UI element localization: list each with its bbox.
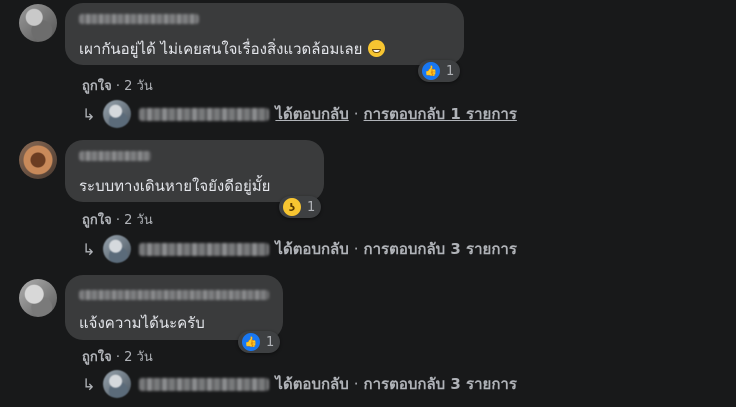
comment-text-content: ระบบทางเดินหายใจยังดีอยู่มั้ย — [79, 177, 271, 195]
comment-text: แจ้งความได้นะครับ — [79, 311, 205, 335]
haha-icon: ʖ — [281, 196, 303, 218]
reaction-summary[interactable]: 👍 1 — [238, 331, 281, 353]
reply-avatar — [103, 370, 132, 398]
separator: · — [353, 240, 359, 258]
replied-label[interactable]: ได้ตอบกลับ — [275, 372, 348, 396]
avatar[interactable] — [19, 279, 57, 317]
replied-label[interactable]: ได้ตอบกลับ — [275, 237, 348, 261]
reply-arrow-icon: ↳ — [82, 239, 96, 259]
view-replies-link[interactable]: การตอบกลับ 3 รายการ — [364, 237, 517, 261]
separator: · — [353, 375, 359, 393]
comment-bubble: ระบบทางเดินหายใจยังดีอยู่มั้ย — [65, 140, 324, 202]
reply-arrow-icon: ↳ — [82, 104, 96, 124]
reply-author-name — [139, 377, 270, 391]
comment-author-name[interactable] — [79, 14, 199, 24]
comment-author-name[interactable] — [79, 151, 151, 161]
reaction-summary[interactable]: 👍 1 — [418, 60, 461, 82]
separator: · — [115, 79, 120, 94]
reply-arrow-icon: ↳ — [82, 374, 96, 394]
like-link[interactable]: ถูกใจ — [82, 79, 112, 94]
reaction-count: 1 — [266, 334, 275, 350]
comment-meta: ถูกใจ · 2 วัน — [82, 209, 153, 230]
comment-text: ระบบทางเดินหายใจยังดีอยู่มั้ย — [79, 174, 270, 198]
view-replies-link[interactable]: การตอบกลับ 3 รายการ — [364, 372, 517, 396]
reply-row[interactable]: ↳ ได้ตอบกลับ · การตอบกลับ 1 รายการ — [82, 99, 517, 129]
timestamp[interactable]: 2 วัน — [124, 213, 153, 228]
reply-author-name — [139, 242, 270, 256]
comment-bubble: เผากันอยู่ได้ ไม่เคยสนใจเรื่องสิ่งแวดล้อ… — [65, 3, 464, 65]
comment-author-name[interactable] — [79, 290, 269, 300]
like-link[interactable]: ถูกใจ — [82, 213, 112, 228]
reply-row[interactable]: ↳ ได้ตอบกลับ · การตอบกลับ 3 รายการ — [82, 234, 517, 264]
like-icon: 👍 — [240, 331, 262, 353]
reply-author-name — [139, 107, 270, 121]
comment-text: เผากันอยู่ได้ ไม่เคยสนใจเรื่องสิ่งแวดล้อ… — [79, 37, 386, 61]
separator: · — [115, 350, 120, 365]
timestamp[interactable]: 2 วัน — [124, 350, 153, 365]
comment-meta: ถูกใจ · 2 วัน — [82, 75, 153, 96]
reaction-count: 1 — [307, 199, 316, 215]
reaction-count: 1 — [446, 63, 455, 79]
reaction-summary[interactable]: ʖ 1 — [279, 196, 322, 218]
reply-avatar — [103, 100, 132, 128]
avatar[interactable] — [19, 141, 57, 179]
separator: · — [353, 105, 359, 123]
like-link[interactable]: ถูกใจ — [82, 350, 112, 365]
comment-meta: ถูกใจ · 2 วัน — [82, 346, 153, 367]
timestamp[interactable]: 2 วัน — [124, 79, 153, 94]
grinning-sweat-emoji-icon — [368, 40, 386, 57]
avatar[interactable] — [19, 4, 57, 42]
separator: · — [115, 213, 120, 228]
replied-label[interactable]: ได้ตอบกลับ — [275, 102, 348, 126]
reply-avatar — [103, 235, 132, 263]
like-icon: 👍 — [420, 60, 442, 82]
comment-text-content: เผากันอยู่ได้ ไม่เคยสนใจเรื่องสิ่งแวดล้อ… — [79, 40, 363, 58]
reply-row[interactable]: ↳ ได้ตอบกลับ · การตอบกลับ 3 รายการ — [82, 369, 517, 399]
comment-text-content: แจ้งความได้นะครับ — [79, 314, 205, 332]
view-replies-link[interactable]: การตอบกลับ 1 รายการ — [364, 102, 517, 126]
